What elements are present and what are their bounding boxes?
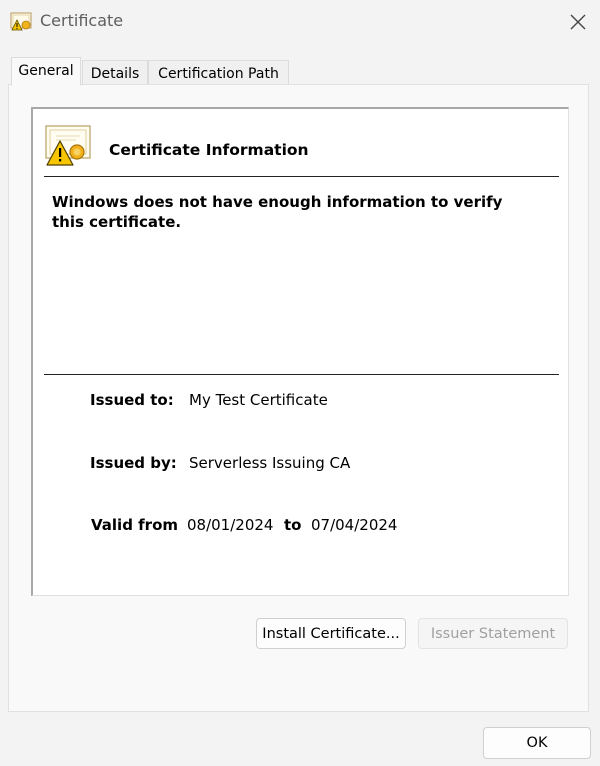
title-bar: Certificate [0,0,600,44]
valid-from-value: 08/01/2024 [187,516,274,534]
verification-warning: Windows does not have enough information… [52,193,503,231]
certificate-warning-icon [10,12,32,31]
tab-general[interactable]: General [11,57,81,86]
close-icon[interactable] [564,9,592,35]
issued-to-label: Issued to: [90,391,174,409]
divider [44,176,559,177]
certificate-warning-icon [45,125,91,166]
certificate-information-heading: Certificate Information [109,141,309,159]
tab-certification-path[interactable]: Certification Path [148,60,289,86]
ok-button[interactable]: OK [483,727,591,759]
install-certificate-button[interactable]: Install Certificate... [256,618,406,649]
issued-to-value: My Test Certificate [189,391,328,409]
divider [44,374,559,375]
window-title: Certificate [40,11,124,30]
tab-details[interactable]: Details [82,60,148,86]
issued-by-value: Serverless Issuing CA [189,454,351,472]
certificate-info-box: Certificate Information Windows does not… [31,107,569,596]
valid-from-label: Valid from [91,516,179,534]
valid-to-label: to [284,516,302,534]
valid-to-value: 07/04/2024 [311,516,398,534]
issued-by-label: Issued by: [90,454,177,472]
issuer-statement-button[interactable]: Issuer Statement [418,618,568,649]
